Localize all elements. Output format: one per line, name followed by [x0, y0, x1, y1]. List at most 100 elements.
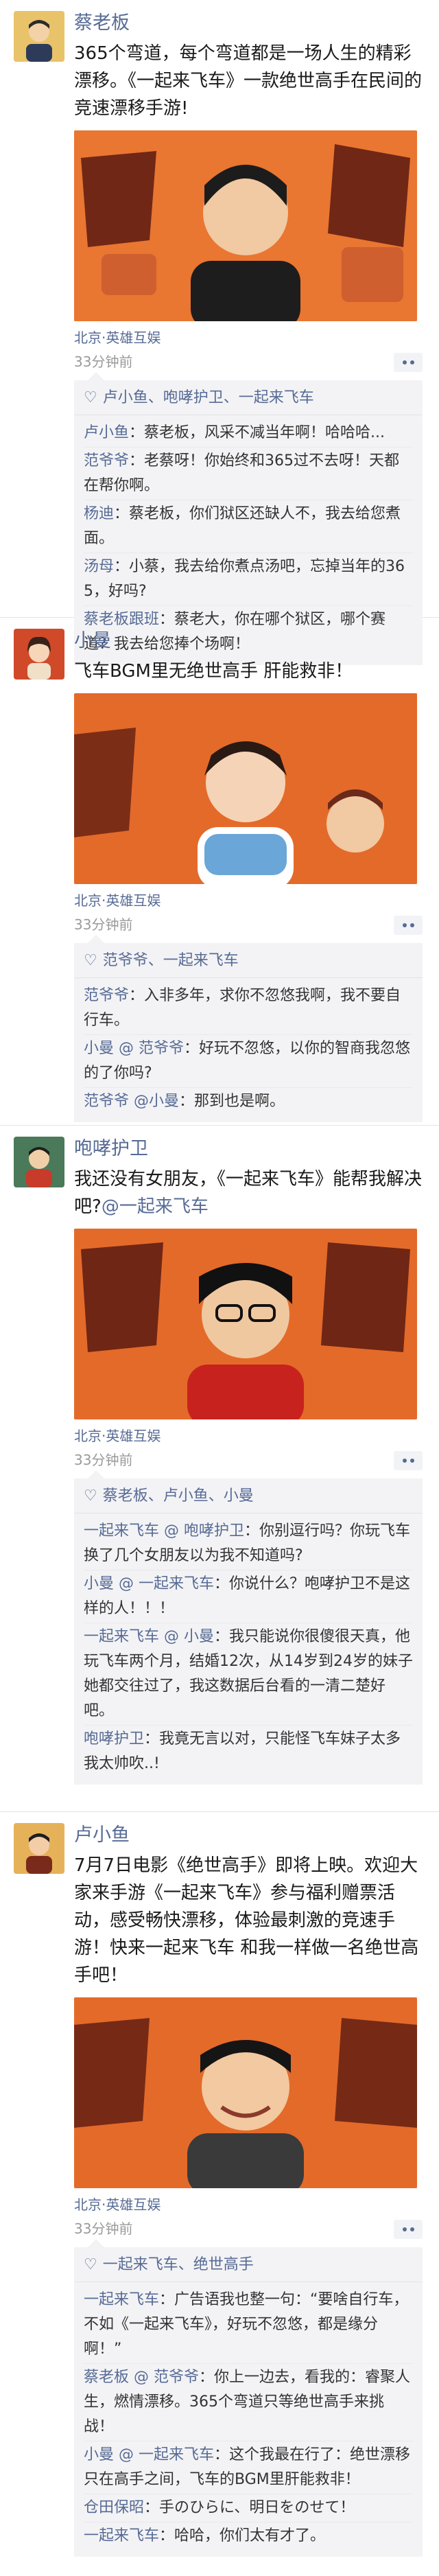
comment-text: ：蔡老板，风采不减当年啊！哈哈哈... [129, 424, 385, 441]
comment[interactable]: 一起来飞车：广告语我也整一句：“要啥自行车，不如《一起来飞车》，好玩不忽悠，都是… [84, 2286, 413, 2364]
post-text: 365个弯道，每个弯道都是一场人生的精彩漂移。《一起来飞车》一款绝世高手在民间的… [74, 43, 423, 119]
comment[interactable]: 一起来飞车 @ 小曼：我只能说你很傻很天真，他玩飞车两个月，结婚12次，从14岁… [84, 1623, 413, 1726]
dot-icon [410, 1459, 414, 1463]
comment[interactable]: 范爷爷：老蔡呀！你始终和365过不去呀！天都在帮你啊。 [84, 448, 413, 500]
likes-names[interactable]: 蔡老板、卢小鱼、小曼 [103, 1487, 254, 1505]
moments-feed: 蔡老板 365个弯道，每个弯道都是一场人生的精彩漂移。《一起来飞车》一款绝世高手… [0, 0, 439, 2576]
comment-text: ：手のひらに、明日をのせて！ [144, 2499, 355, 2516]
interaction-box: ♡ 范爷爷、一起来飞车 范爷爷：入非多年，求你不忽悠我啊，我不要自行车。 小曼 @… [74, 935, 423, 1122]
mention-link[interactable]: @一起来飞车 [102, 1196, 209, 1217]
likes-row: ♡ 范爷爷、一起来飞车 [74, 943, 423, 978]
dot-icon [402, 2227, 407, 2231]
likes-names[interactable]: 一起来飞车、绝世高手 [103, 2256, 254, 2273]
avatar-image [14, 11, 64, 62]
more-actions-button[interactable] [394, 916, 423, 935]
avatar[interactable] [14, 629, 64, 680]
comment-text: ：蔡老板，你们狱区还缺人不，我去给您煮面。 [84, 505, 401, 547]
comment-author[interactable]: 蔡老板 @ 范爷爷 [84, 2369, 199, 2386]
heart-icon: ♡ [84, 1487, 97, 1505]
avatar[interactable] [14, 11, 64, 62]
post-time: 33分钟前 [74, 2220, 133, 2237]
comment[interactable]: 杨迪：蔡老板，你们狱区还缺人不，我去给您煮面。 [84, 500, 413, 553]
post-location[interactable]: 北京·英雄互娱 [74, 891, 423, 910]
comment[interactable]: 范爷爷：入非多年，求你不忽悠我啊，我不要自行车。 [84, 982, 413, 1035]
post-location[interactable]: 北京·英雄互娱 [74, 2195, 423, 2214]
comment-author[interactable]: 小曼 @ 范爷爷 [84, 1040, 184, 1057]
comment[interactable]: 咆哮护卫：我竟无言以对，只能怪飞车妹子太多我太帅吹..! [84, 1726, 413, 1778]
comment-author[interactable]: 一起来飞车 [84, 2527, 159, 2544]
post-author[interactable]: 卢小鱼 [74, 1823, 423, 1848]
likes-names[interactable]: 卢小鱼、咆哮护卫、一起来飞车 [103, 389, 314, 406]
comment-list: 一起来飞车 @ 咆哮护卫：你别逗行吗？你玩飞车换了几个女朋友以为我不知道吗? 小… [74, 1513, 423, 1785]
post-author[interactable]: 咆哮护卫 [74, 1137, 423, 1161]
comment[interactable]: 蔡老板 @ 范爷爷：你上一边去，看我的：睿聚人生，燃情漂移。365个弯道只等绝世… [84, 2364, 413, 2441]
post-video-thumbnail[interactable] [74, 130, 417, 321]
more-actions-button[interactable] [394, 2220, 423, 2239]
poster-image [74, 130, 417, 321]
poster-image [74, 1229, 417, 1419]
post: 蔡老板 365个弯道，每个弯道都是一场人生的精彩漂移。《一起来飞车》一款绝世高手… [0, 0, 439, 665]
post-meta: 33分钟前 [74, 350, 423, 373]
interaction-box: ♡ 蔡老板、卢小鱼、小曼 一起来飞车 @ 咆哮护卫：你别逗行吗？你玩飞车换了几个女… [74, 1470, 423, 1785]
comment-author[interactable]: 一起来飞车 [84, 2291, 159, 2308]
post: 卢小鱼 7月7日电影《绝世高手》即将上映。欢迎大家来手游《一起来飞车》参与福利赠… [0, 1812, 439, 2576]
comment-text: ：那到也是啊。 [179, 1093, 285, 1110]
post-location[interactable]: 北京·英雄互娱 [74, 328, 423, 347]
comment[interactable]: 小曼 @ 一起来飞车：这个我最在行了：绝世漂移 只在高手之间，飞车的BGM里肝能… [84, 2441, 413, 2494]
comment[interactable]: 汤母：小蔡，我去给你煮点汤吧，忘掉当年的365，好吗? [84, 553, 413, 606]
comment-author[interactable]: 杨迪 [84, 505, 114, 522]
likes-row: ♡ 卢小鱼、咆哮护卫、一起来飞车 [74, 380, 423, 415]
post-text: 我还没有女朋友，《一起来飞车》能帮我解决吧?@一起来飞车 [74, 1165, 423, 1220]
comment-author[interactable]: 一起来飞车 @ 咆哮护卫 [84, 1522, 244, 1540]
heart-icon: ♡ [84, 952, 97, 969]
post: 咆哮护卫 我还没有女朋友，《一起来飞车》能帮我解决吧?@一起来飞车 北京·英雄互… [0, 1126, 439, 1812]
poster-image [74, 1997, 417, 2188]
post-video-thumbnail[interactable] [74, 1229, 417, 1419]
dot-icon [402, 923, 407, 927]
post-time: 33分钟前 [74, 916, 133, 933]
likes-names[interactable]: 范爷爷、一起来飞车 [103, 952, 239, 969]
comment-author[interactable]: 咆哮护卫 [84, 1730, 144, 1748]
comment[interactable]: 范爷爷 @小曼：那到也是啊。 [84, 1088, 413, 1115]
dot-icon [402, 360, 407, 364]
comment-text: ：老蔡呀！你始终和365过不去呀！天都在帮你啊。 [84, 452, 400, 494]
more-actions-button[interactable] [394, 353, 423, 372]
comment[interactable]: 一起来飞车：哈哈，你们太有才了。 [84, 2522, 413, 2550]
comment[interactable]: 一起来飞车 @ 咆哮护卫：你别逗行吗？你玩飞车换了几个女朋友以为我不知道吗? [84, 1518, 413, 1570]
dot-icon [402, 1459, 407, 1463]
comment[interactable]: 仓田保昭：手のひらに、明日をのせて！ [84, 2494, 413, 2522]
comment-author[interactable]: 范爷爷 [84, 987, 129, 1004]
comment[interactable]: 小曼 @ 范爷爷：好玩不忽悠，以你的智商我忽悠的了你吗? [84, 1035, 413, 1088]
post-author[interactable]: 小曼 [74, 629, 423, 653]
comment-list: 范爷爷：入非多年，求你不忽悠我啊，我不要自行车。 小曼 @ 范爷爷：好玩不忽悠，… [74, 978, 423, 1122]
avatar-image [14, 1823, 64, 1874]
comment-author[interactable]: 仓田保昭 [84, 2499, 144, 2516]
heart-icon: ♡ [84, 2256, 97, 2273]
comment-author[interactable]: 小曼 @ 一起来飞车 [84, 2446, 214, 2463]
comment-author[interactable]: 范爷爷 @小曼 [84, 1093, 179, 1110]
dot-icon [410, 360, 414, 364]
post-location[interactable]: 北京·英雄互娱 [74, 1426, 423, 1446]
comment-author[interactable]: 一起来飞车 @ 小曼 [84, 1628, 214, 1645]
post-meta: 33分钟前 [74, 913, 423, 936]
comment-text: ：哈哈，你们太有才了。 [159, 2527, 326, 2544]
likes-row: ♡ 蔡老板、卢小鱼、小曼 [74, 1478, 423, 1513]
avatar[interactable] [14, 1823, 64, 1874]
post: 小曼 飞车BGM里无绝世高手 肝能救非！ 北京·英雄互娱 33分钟前 ♡ 范爷爷、… [0, 618, 439, 1126]
post-time: 33分钟前 [74, 353, 133, 370]
post-video-thumbnail[interactable] [74, 1997, 417, 2188]
poster-image [74, 693, 417, 884]
comment[interactable]: 小曼 @ 一起来飞车：你说什么？咆哮护卫不是这样的人！！！ [84, 1570, 413, 1623]
comment-author[interactable]: 卢小鱼 [84, 424, 129, 441]
more-actions-button[interactable] [394, 1451, 423, 1470]
comment-text: ：入非多年，求你不忽悠我啊，我不要自行车。 [84, 987, 401, 1029]
avatar[interactable] [14, 1137, 64, 1187]
comment-author[interactable]: 范爷爷 [84, 452, 129, 469]
dot-icon [410, 923, 414, 927]
comment[interactable]: 卢小鱼：蔡老板，风采不减当年啊！哈哈哈... [84, 419, 413, 448]
post-video-thumbnail[interactable] [74, 693, 417, 884]
comment-author[interactable]: 小曼 @ 一起来飞车 [84, 1575, 214, 1592]
post-author[interactable]: 蔡老板 [74, 11, 423, 36]
comment-author[interactable]: 汤母 [84, 558, 114, 575]
post-time: 33分钟前 [74, 1452, 133, 1468]
